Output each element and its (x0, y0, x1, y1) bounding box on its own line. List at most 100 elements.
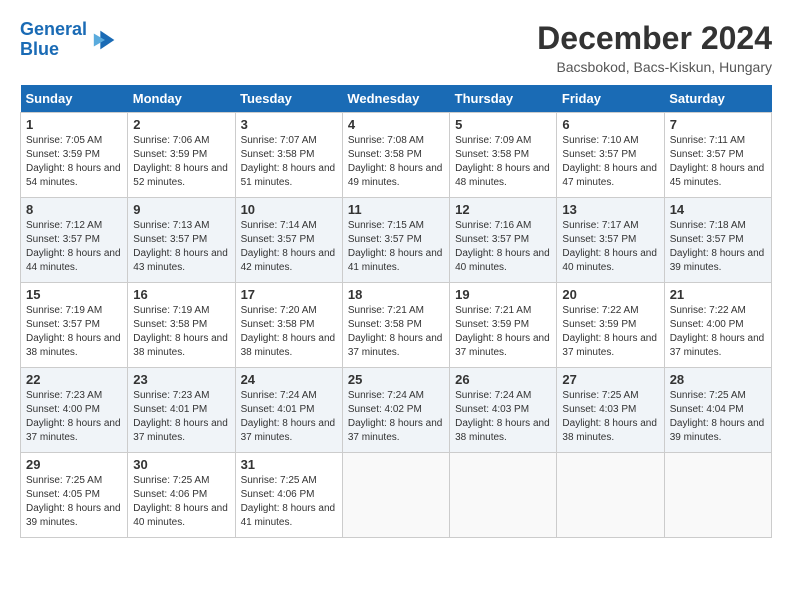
day-info: Sunrise: 7:24 AMSunset: 4:02 PMDaylight:… (348, 389, 444, 445)
logo-icon (91, 26, 119, 54)
day-number: 21 (670, 287, 766, 302)
calendar-cell: 12 Sunrise: 7:16 AMSunset: 3:57 PMDayligh… (450, 198, 557, 283)
calendar-cell: 23 Sunrise: 7:23 AMSunset: 4:01 PMDayligh… (128, 368, 235, 453)
calendar-cell: 19Sunrise: 7:21 AMSunset: 3:59 PMDayligh… (450, 283, 557, 368)
day-info: Sunrise: 7:07 AMSunset: 3:58 PMDaylight:… (241, 134, 337, 190)
calendar-cell: 13Sunrise: 7:17 AMSunset: 3:57 PMDayligh… (557, 198, 664, 283)
location: Bacsbokod, Bacs-Kiskun, Hungary (537, 59, 772, 75)
calendar-cell: 11 Sunrise: 7:15 AMSunset: 3:57 PMDayligh… (342, 198, 449, 283)
calendar-cell: 5Sunrise: 7:09 AMSunset: 3:58 PMDaylight… (450, 113, 557, 198)
day-info: Sunrise: 7:25 AMSunset: 4:03 PMDaylight:… (562, 389, 658, 445)
day-info: Sunrise: 7:24 AMSunset: 4:03 PMDaylight:… (455, 389, 551, 445)
day-number: 9 (133, 202, 229, 217)
day-info: Sunrise: 7:18 AMSunset: 3:57 PMDaylight:… (670, 219, 766, 275)
day-info: Sunrise: 7:08 AMSunset: 3:58 PMDaylight:… (348, 134, 444, 190)
calendar-cell: 18Sunrise: 7:21 AMSunset: 3:58 PMDayligh… (342, 283, 449, 368)
day-number: 5 (455, 117, 551, 132)
day-number: 26 (455, 372, 551, 387)
calendar-cell (342, 453, 449, 538)
calendar-cell: 29Sunrise: 7:25 AMSunset: 4:05 PMDayligh… (21, 453, 128, 538)
calendar-cell: 1 Sunrise: 7:05 AMSunset: 3:59 PMDaylight… (21, 113, 128, 198)
header-wednesday: Wednesday (342, 85, 449, 113)
header-friday: Friday (557, 85, 664, 113)
day-number: 11 (348, 202, 444, 217)
calendar-cell: 17 Sunrise: 7:20 AMSunset: 3:58 PMDayligh… (235, 283, 342, 368)
calendar-cell: 28 Sunrise: 7:25 AMSunset: 4:04 PMDayligh… (664, 368, 771, 453)
day-number: 17 (241, 287, 337, 302)
day-info: Sunrise: 7:05 AMSunset: 3:59 PMDaylight:… (26, 134, 122, 190)
calendar-cell (557, 453, 664, 538)
calendar-cell: 6 Sunrise: 7:10 AMSunset: 3:57 PMDaylight… (557, 113, 664, 198)
calendar-cell: 25 Sunrise: 7:24 AMSunset: 4:02 PMDayligh… (342, 368, 449, 453)
title-area: December 2024 Bacsbokod, Bacs-Kiskun, Hu… (537, 20, 772, 75)
day-number: 27 (562, 372, 658, 387)
logo-text: GeneralBlue (20, 20, 87, 60)
day-info: Sunrise: 7:19 AMSunset: 3:57 PMDaylight:… (26, 304, 122, 360)
calendar-cell: 4 Sunrise: 7:08 AMSunset: 3:58 PMDaylight… (342, 113, 449, 198)
day-number: 20 (562, 287, 658, 302)
day-info: Sunrise: 7:23 AMSunset: 4:00 PMDaylight:… (26, 389, 122, 445)
day-info: Sunrise: 7:24 AMSunset: 4:01 PMDaylight:… (241, 389, 337, 445)
day-info: Sunrise: 7:11 AMSunset: 3:57 PMDaylight:… (670, 134, 766, 190)
day-number: 15 (26, 287, 122, 302)
day-info: Sunrise: 7:21 AMSunset: 3:59 PMDaylight:… (455, 304, 551, 360)
day-info: Sunrise: 7:14 AMSunset: 3:57 PMDaylight:… (241, 219, 337, 275)
day-number: 24 (241, 372, 337, 387)
header-saturday: Saturday (664, 85, 771, 113)
calendar-week-3: 15 Sunrise: 7:19 AMSunset: 3:57 PMDayligh… (21, 283, 772, 368)
calendar-cell: 30 Sunrise: 7:25 AMSunset: 4:06 PMDayligh… (128, 453, 235, 538)
calendar-cell: 22 Sunrise: 7:23 AMSunset: 4:00 PMDayligh… (21, 368, 128, 453)
day-number: 23 (133, 372, 229, 387)
calendar-cell: 21 Sunrise: 7:22 AMSunset: 4:00 PMDayligh… (664, 283, 771, 368)
day-info: Sunrise: 7:21 AMSunset: 3:58 PMDaylight:… (348, 304, 444, 360)
calendar-cell: 8 Sunrise: 7:12 AMSunset: 3:57 PMDaylight… (21, 198, 128, 283)
calendar-week-5: 29Sunrise: 7:25 AMSunset: 4:05 PMDayligh… (21, 453, 772, 538)
calendar-table: SundayMondayTuesdayWednesdayThursdayFrid… (20, 85, 772, 538)
calendar-cell: 20 Sunrise: 7:22 AMSunset: 3:59 PMDayligh… (557, 283, 664, 368)
day-info: Sunrise: 7:10 AMSunset: 3:57 PMDaylight:… (562, 134, 658, 190)
day-info: Sunrise: 7:22 AMSunset: 3:59 PMDaylight:… (562, 304, 658, 360)
calendar-cell: 3 Sunrise: 7:07 AMSunset: 3:58 PMDaylight… (235, 113, 342, 198)
day-number: 8 (26, 202, 122, 217)
day-number: 12 (455, 202, 551, 217)
calendar-cell: 16Sunrise: 7:19 AMSunset: 3:58 PMDayligh… (128, 283, 235, 368)
calendar-header-row: SundayMondayTuesdayWednesdayThursdayFrid… (21, 85, 772, 113)
calendar-cell (450, 453, 557, 538)
page-header: GeneralBlue December 2024 Bacsbokod, Bac… (20, 20, 772, 75)
day-number: 3 (241, 117, 337, 132)
day-number: 14 (670, 202, 766, 217)
month-title: December 2024 (537, 20, 772, 57)
day-info: Sunrise: 7:25 AMSunset: 4:06 PMDaylight:… (133, 474, 229, 530)
day-number: 30 (133, 457, 229, 472)
day-info: Sunrise: 7:22 AMSunset: 4:00 PMDaylight:… (670, 304, 766, 360)
day-number: 4 (348, 117, 444, 132)
calendar-cell: 24 Sunrise: 7:24 AMSunset: 4:01 PMDayligh… (235, 368, 342, 453)
calendar-cell: 7Sunrise: 7:11 AMSunset: 3:57 PMDaylight… (664, 113, 771, 198)
day-number: 22 (26, 372, 122, 387)
calendar-cell: 9 Sunrise: 7:13 AMSunset: 3:57 PMDaylight… (128, 198, 235, 283)
day-info: Sunrise: 7:25 AMSunset: 4:04 PMDaylight:… (670, 389, 766, 445)
day-number: 13 (562, 202, 658, 217)
day-info: Sunrise: 7:20 AMSunset: 3:58 PMDaylight:… (241, 304, 337, 360)
calendar-cell: 15 Sunrise: 7:19 AMSunset: 3:57 PMDayligh… (21, 283, 128, 368)
day-number: 6 (562, 117, 658, 132)
day-info: Sunrise: 7:13 AMSunset: 3:57 PMDaylight:… (133, 219, 229, 275)
day-number: 31 (241, 457, 337, 472)
day-number: 28 (670, 372, 766, 387)
calendar-cell: 10 Sunrise: 7:14 AMSunset: 3:57 PMDayligh… (235, 198, 342, 283)
day-number: 1 (26, 117, 122, 132)
day-number: 25 (348, 372, 444, 387)
day-info: Sunrise: 7:23 AMSunset: 4:01 PMDaylight:… (133, 389, 229, 445)
day-number: 29 (26, 457, 122, 472)
header-thursday: Thursday (450, 85, 557, 113)
calendar-cell: 31Sunrise: 7:25 AMSunset: 4:06 PMDayligh… (235, 453, 342, 538)
calendar-week-4: 22 Sunrise: 7:23 AMSunset: 4:00 PMDayligh… (21, 368, 772, 453)
day-number: 16 (133, 287, 229, 302)
day-info: Sunrise: 7:06 AMSunset: 3:59 PMDaylight:… (133, 134, 229, 190)
day-number: 2 (133, 117, 229, 132)
day-info: Sunrise: 7:15 AMSunset: 3:57 PMDaylight:… (348, 219, 444, 275)
day-info: Sunrise: 7:16 AMSunset: 3:57 PMDaylight:… (455, 219, 551, 275)
day-number: 10 (241, 202, 337, 217)
day-info: Sunrise: 7:12 AMSunset: 3:57 PMDaylight:… (26, 219, 122, 275)
calendar-cell: 14 Sunrise: 7:18 AMSunset: 3:57 PMDayligh… (664, 198, 771, 283)
